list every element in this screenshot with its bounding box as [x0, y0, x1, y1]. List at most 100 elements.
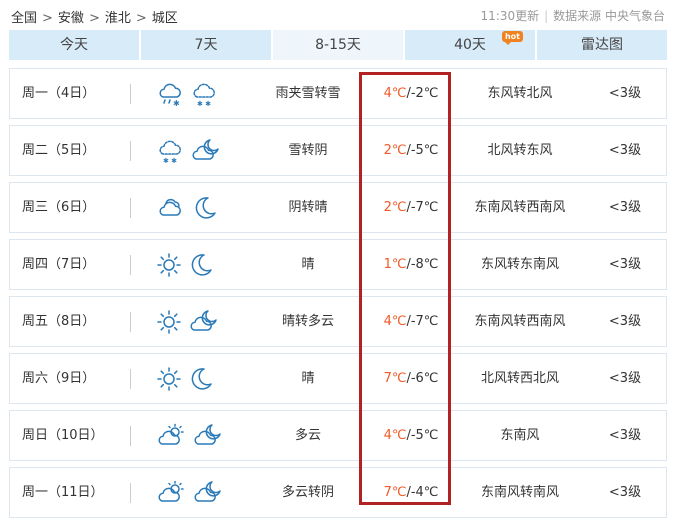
temperature-range: 2℃/-7℃ — [360, 183, 462, 232]
wind-direction: 东南风 — [500, 428, 540, 443]
cloudy-night-icon — [190, 138, 220, 164]
wind-direction: 东风转北风 — [487, 86, 553, 101]
meta-divider: | — [544, 9, 549, 23]
weather-icons — [156, 183, 228, 232]
breadcrumb-separator: > — [88, 11, 100, 26]
tab-8-15-days[interactable]: 8-15天 — [273, 30, 405, 60]
weather-icons: ✱ ✱ — [156, 126, 228, 175]
low-temperature: /-4℃ — [406, 485, 439, 500]
cloudy-night-icon — [192, 423, 222, 449]
snow-cloud-icon: ✱ ✱ — [190, 81, 218, 107]
weather-icons: ✱ ✱ ✱ — [156, 69, 228, 118]
high-temperature: 4℃ — [383, 314, 407, 329]
forecast-row: 周六（9日） 晴 7℃/-6℃ 北风转西北风 <3级 — [9, 353, 667, 404]
high-temperature: 7℃ — [383, 371, 407, 386]
day-label: 周四（7日） — [22, 257, 96, 272]
breadcrumb: 全国 > 安徽 > 淮北 > 城区 — [11, 7, 178, 26]
forecast-row: 周四（7日） 晴 1℃/-8℃ 东风转东南风 <3级 — [9, 239, 667, 290]
snow-cloud-icon: ✱ ✱ — [156, 138, 184, 164]
wind-direction: 东南风转西南风 — [474, 200, 566, 215]
wind-level: <3级 — [608, 86, 642, 101]
forecast-list: 周一（4日） ✱ ✱ ✱ 雨夹雪转雪 4℃/-2℃ 东风转北风 <3级 周二（5日） ✱ ✱ 雪转… — [9, 68, 667, 524]
weather-description: 多云 — [294, 428, 321, 443]
tab-label: 雷达图 — [581, 37, 623, 53]
breadcrumb-item-city[interactable]: 淮北 — [105, 11, 131, 26]
svg-text:✱: ✱ — [173, 99, 180, 107]
sun-icon — [156, 252, 182, 278]
wind-direction: 东南风转西南风 — [474, 314, 566, 329]
weather-description: 多云转阴 — [281, 485, 334, 500]
row-divider — [130, 369, 131, 389]
low-temperature: /-7℃ — [406, 314, 439, 329]
row-divider — [130, 312, 131, 332]
tab-label: 40天 — [454, 37, 486, 53]
day-label: 周一（4日） — [22, 86, 96, 101]
wind-level: <3级 — [608, 485, 642, 500]
breadcrumb-item-province[interactable]: 安徽 — [58, 11, 84, 26]
svg-text:✱ ✱: ✱ ✱ — [197, 100, 211, 107]
weather-icons — [156, 297, 228, 346]
temperature-range: 7℃/-4℃ — [360, 468, 462, 517]
high-temperature: 2℃ — [383, 143, 407, 158]
forecast-row: 周日（10日） 多云 4℃/-5℃ 东南风 <3级 — [9, 410, 667, 461]
temperature-range: 4℃/-7℃ — [360, 297, 462, 346]
weather-icons — [156, 354, 228, 403]
weather-description: 阴转晴 — [288, 200, 328, 215]
breadcrumb-separator: > — [42, 11, 53, 26]
wind-level: <3级 — [608, 257, 642, 272]
day-label: 周日（10日） — [22, 428, 104, 443]
high-temperature: 7℃ — [383, 485, 407, 500]
low-temperature: /-5℃ — [406, 428, 439, 443]
day-label: 周一（11日） — [22, 485, 104, 500]
temperature-range: 7℃/-6℃ — [360, 354, 462, 403]
tab-label: 7天 — [194, 37, 218, 53]
high-temperature: 4℃ — [383, 428, 407, 443]
update-meta: 11:30更新 | 数据来源 中央气象台 — [481, 7, 665, 24]
wind-level: <3级 — [608, 314, 642, 329]
row-divider — [130, 483, 131, 503]
row-divider — [130, 141, 131, 161]
day-label: 周二（5日） — [22, 143, 96, 158]
tab-40-days[interactable]: 40天 hot — [405, 30, 537, 60]
row-divider — [130, 426, 131, 446]
wind-direction: 北风转西北风 — [480, 371, 559, 386]
moon-icon — [188, 366, 214, 392]
low-temperature: /-6℃ — [406, 371, 439, 386]
hot-badge: hot — [501, 31, 523, 45]
weather-description: 雨夹雪转雪 — [275, 86, 341, 101]
weather-icons — [156, 411, 228, 460]
forecast-row: 周一（11日） 多云转阴 7℃/-4℃ 东南风转南风 <3级 — [9, 467, 667, 518]
low-temperature: /-2℃ — [406, 86, 439, 101]
wind-level: <3级 — [608, 371, 642, 386]
breadcrumb-item-country[interactable]: 全国 — [11, 11, 37, 26]
wind-direction: 东南风转南风 — [480, 485, 559, 500]
svg-text:✱ ✱: ✱ ✱ — [163, 157, 177, 164]
tab-radar[interactable]: 雷达图 — [537, 30, 667, 60]
row-divider — [130, 84, 131, 104]
partly-cloudy-icon — [156, 480, 186, 506]
cloudy-night-icon — [192, 480, 222, 506]
forecast-row: 周一（4日） ✱ ✱ ✱ 雨夹雪转雪 4℃/-2℃ 东风转北风 <3级 — [9, 68, 667, 119]
forecast-row: 周三（6日） 阴转晴 2℃/-7℃ 东南风转西南风 <3级 — [9, 182, 667, 233]
overcast-icon — [156, 195, 186, 221]
temperature-range: 2℃/-5℃ — [360, 126, 462, 175]
day-label: 周五（8日） — [22, 314, 96, 329]
tab-label: 今天 — [60, 37, 88, 53]
forecast-tabs: 今天 7天 8-15天 40天 hot 雷达图 — [9, 30, 667, 60]
forecast-row: 周二（5日） ✱ ✱ 雪转阴 2℃/-5℃ 北风转东风 <3级 — [9, 125, 667, 176]
day-label: 周六（9日） — [22, 371, 96, 386]
low-temperature: /-7℃ — [406, 200, 439, 215]
wind-direction: 北风转东风 — [487, 143, 553, 158]
tab-today[interactable]: 今天 — [9, 30, 141, 60]
high-temperature: 4℃ — [383, 86, 407, 101]
wind-direction: 东风转东南风 — [480, 257, 559, 272]
wind-level: <3级 — [608, 200, 642, 215]
day-label: 周三（6日） — [22, 200, 96, 215]
partly-cloudy-icon — [156, 423, 186, 449]
weather-description: 晴转多云 — [281, 314, 334, 329]
data-source: 数据来源 中央气象台 — [553, 9, 665, 23]
wind-level: <3级 — [608, 143, 642, 158]
tab-7-days[interactable]: 7天 — [141, 30, 273, 60]
wind-level: <3级 — [608, 428, 642, 443]
high-temperature: 2℃ — [383, 200, 407, 215]
